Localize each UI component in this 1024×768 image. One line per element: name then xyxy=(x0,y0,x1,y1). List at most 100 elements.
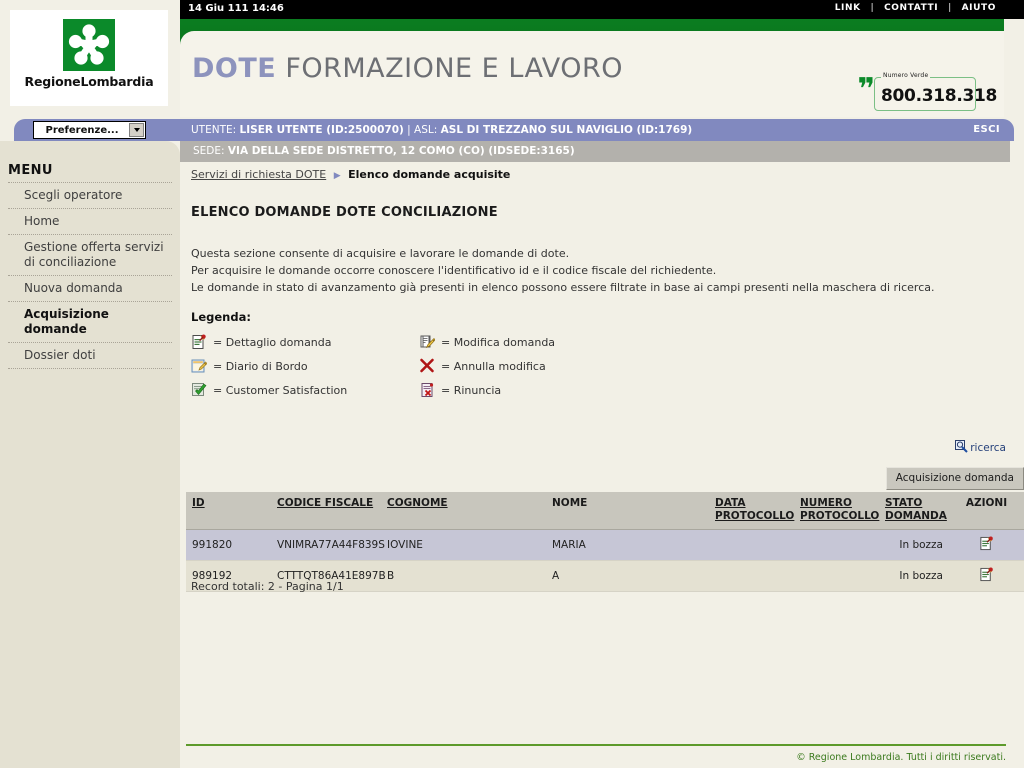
table-header-nome: NOME xyxy=(546,492,709,530)
cell-numero-protocollo xyxy=(794,560,879,592)
record-total-text: Record totali: 2 - Pagina 1/1 xyxy=(191,580,344,593)
table-header-row: ID CODICE FISCALE COGNOME NOME DATA PROTOCOLL… xyxy=(186,492,1024,530)
cell-codice-fiscale: VNIMRA77A44F839S xyxy=(271,529,385,561)
cell-azioni xyxy=(949,529,1024,561)
row-action-detail-note-icon[interactable] xyxy=(979,536,994,554)
sidebar-item-acquisizione-domande[interactable]: Acquisizione domande xyxy=(8,302,172,342)
modify-pencil-icon xyxy=(419,334,436,350)
regione-lombardia-logo[interactable]: RegioneLombardia xyxy=(10,10,168,106)
user-context-text: UTENTE: LISER UTENTE (ID:2500070) | ASL:… xyxy=(191,124,692,136)
customer-check-icon xyxy=(191,382,207,398)
table-header-label: CODICE FISCALE xyxy=(277,497,374,509)
sede-text: SEDE: VIA DELLA SEDE DISTRETTO, 12 COMO … xyxy=(193,145,575,157)
breadcrumb-current: Elenco domande acquisite xyxy=(348,168,511,181)
table-header-id[interactable]: ID xyxy=(186,492,271,530)
table-header-label-line1: STATO xyxy=(885,497,923,509)
table-header-cognome[interactable]: COGNOME xyxy=(381,492,546,530)
search-icon xyxy=(955,440,968,456)
table-header-label: AZIONI xyxy=(965,497,1008,509)
ricerca-label: ricerca xyxy=(970,442,1006,454)
row-action-detail-note-icon[interactable] xyxy=(979,567,994,585)
legend-label: = Dettaglio domanda xyxy=(213,335,332,349)
cell-cognome: IOVINE xyxy=(381,529,546,561)
legend-title: Legenda: xyxy=(191,310,251,324)
sidebar-item-home[interactable]: Home xyxy=(8,209,172,234)
page-title: ELENCO DOMANDE DOTE CONCILIAZIONE xyxy=(191,205,498,220)
utente-value: LISER UTENTE (ID:2500070) xyxy=(239,124,404,136)
legend-grid: = Dettaglio domanda = Diario di Bordo = Cu… xyxy=(191,330,661,406)
logout-link[interactable]: ESCI xyxy=(973,124,1000,135)
legend-row: = Annulla modifica xyxy=(419,354,546,378)
numero-verde-label: Numero Verde xyxy=(881,72,931,79)
cancel-x-icon xyxy=(419,358,435,374)
table-header-label-line2: PROTOCOLLO xyxy=(800,510,880,522)
detail-note-icon xyxy=(191,334,207,350)
legend-label: = Diario di Bordo xyxy=(213,359,308,373)
sidebar-item-nuova-domanda[interactable]: Nuova domanda xyxy=(8,276,172,301)
sidebar-item-gestione-offerta-servizi-di-conciliazione[interactable]: Gestione offerta servizi di conciliazion… xyxy=(8,235,172,275)
legend-row: = Diario di Bordo xyxy=(191,354,308,378)
table-header-numero-protocollo[interactable]: NUMERO PROTOCOLLO xyxy=(794,492,879,530)
legend-label: = Rinuncia xyxy=(441,383,502,397)
table-header-data-protocollo[interactable]: DATA PROTOCOLLO xyxy=(709,492,794,530)
intro-paragraph: Questa sezione consente di acquisire e l… xyxy=(191,245,991,296)
sidebar: MENU Scegli operatore Home Gestione offert… xyxy=(0,141,180,768)
top-utility-bar: 14 Giu 111 14:46 LINK | CONTATTI | AIUTO xyxy=(180,0,1024,19)
top-link-aiuto[interactable]: AIUTO xyxy=(962,3,996,13)
user-context-bar: UTENTE: LISER UTENTE (ID:2500070) | ASL:… xyxy=(14,119,1014,141)
legend-label: = Customer Satisfaction xyxy=(213,383,348,397)
intro-line-3: Le domande in stato di avanzamento già p… xyxy=(191,281,935,294)
top-link-separator-2: | xyxy=(947,3,952,13)
intro-line-2: Per acquisire le domande occorre conosce… xyxy=(191,264,717,277)
renounce-icon xyxy=(419,382,435,398)
cancel-x-icon xyxy=(419,358,435,374)
asl-label: ASL: xyxy=(414,124,438,136)
sidebar-item-dossier-doti[interactable]: Dossier doti xyxy=(8,343,172,368)
table-head: ID CODICE FISCALE COGNOME NOME DATA PROTOCOLL… xyxy=(186,492,1024,530)
cell-cognome: B xyxy=(381,560,546,592)
lombardia-rose-icon xyxy=(63,19,115,71)
breadcrumb: Servizi di richiesta DOTE ▶ Elenco doman… xyxy=(191,168,510,181)
cell-numero-protocollo xyxy=(794,529,879,561)
site-title-panel: DOTE FORMAZIONE E LAVORO ❞ Numero Verde … xyxy=(180,31,1004,117)
site-title: DOTE FORMAZIONE E LAVORO xyxy=(192,53,623,84)
logo-wordmark: RegioneLombardia xyxy=(24,74,154,89)
table-header-codice-fiscale[interactable]: CODICE FISCALE xyxy=(271,492,381,530)
diario-pencil-icon xyxy=(191,358,208,374)
legend-row: = Rinuncia xyxy=(419,378,501,402)
table-header-azioni: AZIONI xyxy=(949,492,1024,530)
cell-azioni xyxy=(949,560,1024,592)
preferenze-select[interactable]: Preferenze... xyxy=(33,121,146,139)
sidebar-item-scegli-operatore[interactable]: Scegli operatore xyxy=(8,183,172,208)
table-header-label: NOME xyxy=(552,497,588,509)
main-content: Servizi di richiesta DOTE ▶ Elenco doman… xyxy=(180,162,1024,768)
table-header-stato-domanda[interactable]: STATO DOMANDA xyxy=(879,492,949,530)
cell-nome: A xyxy=(546,560,709,592)
renounce-icon xyxy=(419,382,435,398)
table-row[interactable]: 991820 VNIMRA77A44F839S IOVINE MARIA In bozz… xyxy=(186,529,1024,561)
ricerca-button[interactable]: ricerca xyxy=(955,440,1006,456)
userbar-divider: | xyxy=(407,124,411,136)
legend-row: = Customer Satisfaction xyxy=(191,378,347,402)
detail-note-icon xyxy=(191,334,207,350)
table-header-label: ID xyxy=(192,497,205,509)
cell-stato-domanda: In bozza xyxy=(879,560,949,592)
sidebar-title: MENU xyxy=(8,163,53,178)
phone-handset-icon: ❞ xyxy=(857,72,875,107)
sede-label: SEDE: xyxy=(193,145,225,157)
legend-label: = Modifica domanda xyxy=(441,335,556,349)
asl-value: ASL DI TREZZANO SUL NAVIGLIO (ID:1769) xyxy=(440,124,693,136)
table-header-label: COGNOME xyxy=(387,497,448,509)
cell-id: 991820 xyxy=(186,529,271,561)
site-title-rest: FORMAZIONE E LAVORO xyxy=(276,53,623,84)
numero-verde-value: 800.318.318 xyxy=(881,86,998,106)
modify-pencil-icon xyxy=(419,334,436,350)
acquisizione-domanda-button[interactable]: Acquisizione domanda xyxy=(885,467,1024,490)
cell-data-protocollo xyxy=(709,560,794,592)
breadcrumb-parent-link[interactable]: Servizi di richiesta DOTE xyxy=(191,168,326,181)
chevron-down-icon[interactable] xyxy=(129,123,144,137)
cell-data-protocollo xyxy=(709,529,794,561)
domande-table-wrap: ID CODICE FISCALE COGNOME NOME DATA PROTOCOLL… xyxy=(186,492,1024,592)
top-link-contatti[interactable]: CONTATTI xyxy=(884,3,938,13)
top-link-link[interactable]: LINK xyxy=(835,3,861,13)
